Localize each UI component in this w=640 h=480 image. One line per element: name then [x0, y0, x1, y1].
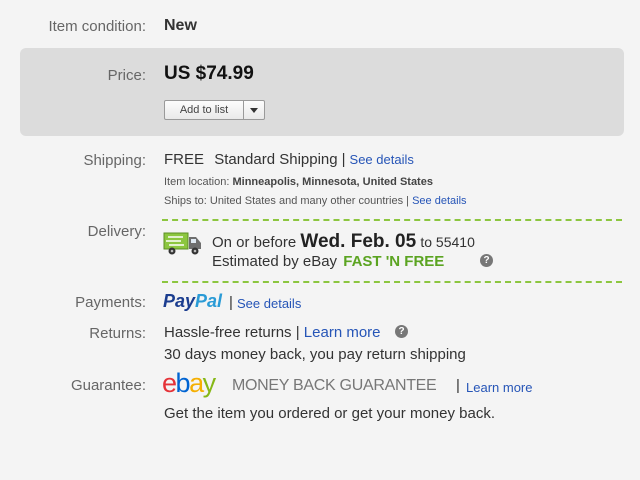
item-location-value: Minneapolis, Minnesota, United States	[232, 176, 433, 188]
shipping-label: Shipping:	[83, 152, 146, 169]
ships-to-label: Ships to:	[164, 195, 207, 207]
ebay-logo: ebay	[162, 368, 217, 399]
separator: |	[456, 377, 460, 394]
add-to-list-dropdown-button[interactable]	[244, 100, 265, 120]
separator: |	[229, 294, 233, 311]
item-condition-label: Item condition:	[48, 18, 146, 35]
delivery-top-divider	[162, 219, 622, 221]
guarantee-details: Get the item you ordered or get your mon…	[164, 405, 496, 422]
guarantee-learn-more-link[interactable]: Learn more	[466, 380, 532, 395]
delivery-prefix: On or before	[212, 234, 297, 251]
ebay-logo-a: a	[189, 368, 204, 398]
item-condition-value: New	[164, 17, 197, 34]
paypal-logo-pay: Pay	[163, 291, 196, 311]
ebay-logo-y: y	[202, 368, 217, 398]
help-icon[interactable]: ?	[395, 325, 408, 338]
ships-to-see-details-link[interactable]: See details	[412, 195, 466, 207]
returns-policy-line: Hassle-free returns | Learn more	[164, 324, 381, 341]
ships-to: Ships to: United States and many other c…	[164, 195, 467, 207]
delivery-estimate-line: Estimated by eBay FAST 'N FREE	[212, 253, 444, 270]
help-icon[interactable]: ?	[480, 254, 493, 267]
shipping-see-details-link[interactable]: See details	[350, 152, 414, 167]
truck-icon	[163, 232, 201, 255]
shipping-free: FREE	[164, 151, 205, 168]
delivery-date: Wed. Feb. 05	[300, 231, 417, 252]
price-value: US $74.99	[164, 63, 254, 84]
fast-n-free-badge: FAST 'N FREE	[343, 253, 445, 270]
payments-label: Payments:	[75, 294, 146, 311]
returns-label: Returns:	[89, 325, 146, 342]
money-back-guarantee-badge: MONEY BACK GUARANTEE	[232, 377, 437, 394]
guarantee-label: Guarantee:	[70, 377, 146, 394]
delivery-date-line: On or before Wed. Feb. 05 to 55410	[212, 231, 475, 253]
separator: |	[295, 324, 300, 341]
delivery-zip: to 55410	[420, 234, 475, 250]
price-panel	[20, 48, 624, 136]
item-location: Item location: Minneapolis, Minnesota, U…	[164, 176, 433, 188]
separator: |	[341, 151, 346, 168]
ebay-logo-e: e	[162, 368, 177, 398]
returns-policy: Hassle-free returns	[164, 324, 292, 341]
delivery-label: Delivery:	[87, 223, 146, 240]
paypal-logo-pal: Pal	[195, 291, 223, 311]
item-location-label: Item location:	[164, 176, 230, 188]
add-to-list-button[interactable]: Add to list	[164, 100, 244, 120]
returns-details: 30 days money back, you pay return shipp…	[164, 346, 466, 363]
separator: |	[406, 195, 410, 207]
shipping-summary: FREE Standard Shipping | See details	[164, 151, 414, 168]
ebay-logo-b: b	[175, 368, 191, 398]
payments-see-details-link[interactable]: See details	[237, 296, 301, 311]
ships-to-value: United States and many other countries	[209, 195, 404, 207]
delivery-bottom-divider	[162, 281, 622, 283]
chevron-down-icon	[250, 107, 258, 113]
price-label: Price:	[107, 67, 146, 84]
paypal-logo: PayPal	[163, 291, 222, 312]
shipping-method: Standard Shipping	[214, 151, 338, 168]
delivery-estimated: Estimated by eBay	[212, 253, 338, 270]
returns-learn-more-link[interactable]: Learn more	[304, 324, 381, 341]
